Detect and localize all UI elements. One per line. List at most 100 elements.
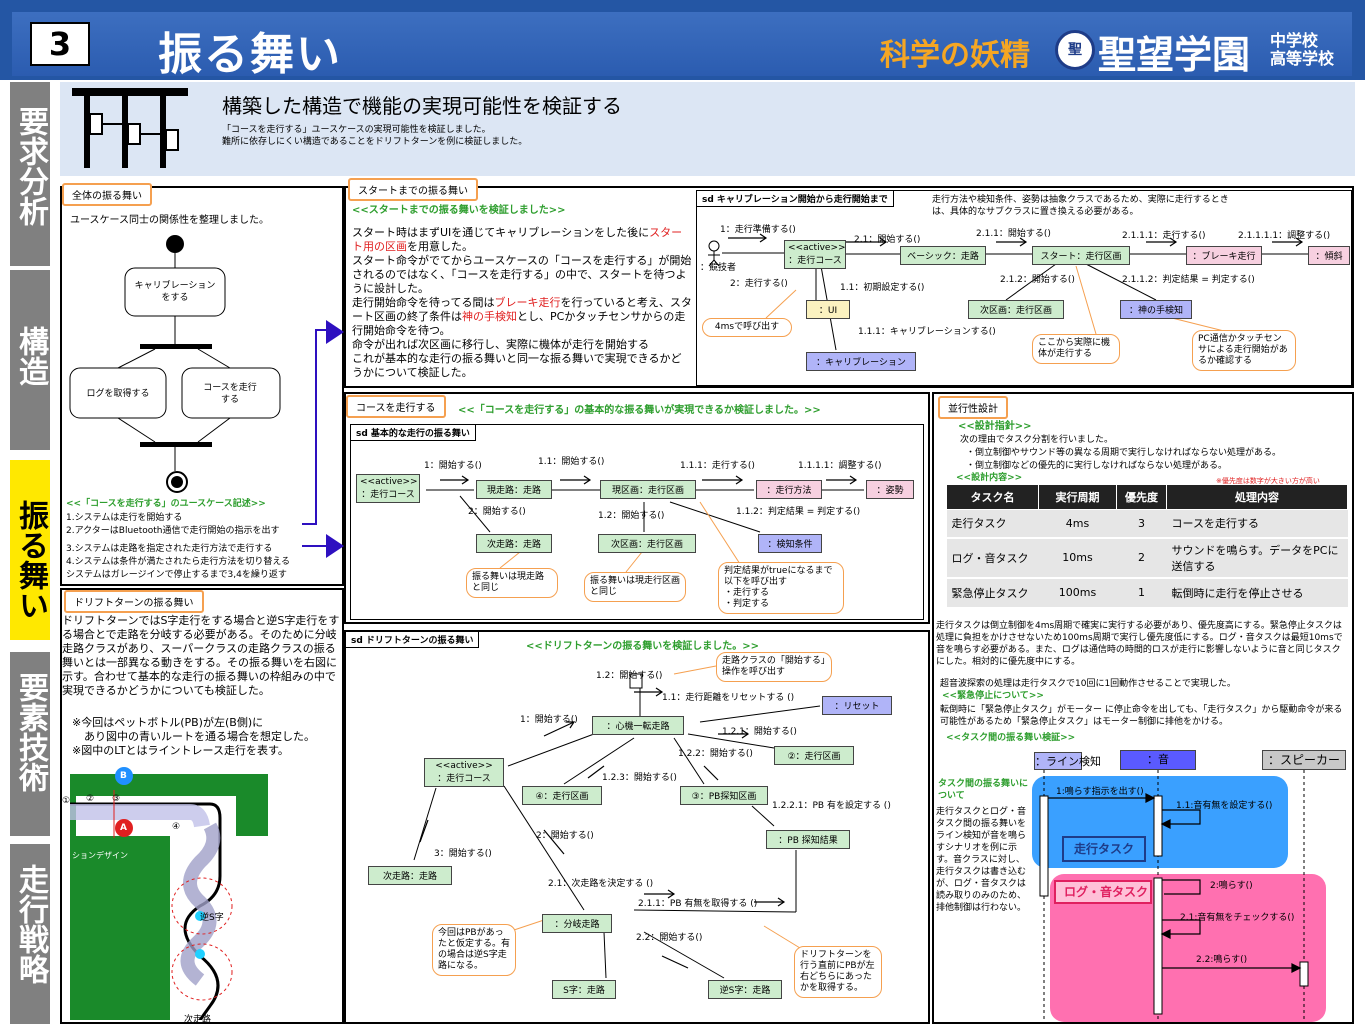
overall-tab[interactable]: 全体の振る舞い — [62, 183, 152, 206]
team-name: 科学の妖精 — [880, 38, 1030, 73]
msg: 1.1.1：走行する() — [680, 461, 755, 471]
msg: 1.1：初期設定する() — [840, 283, 925, 293]
intro-title: 構築した構造で機能の実現可能性を検証する — [222, 94, 622, 118]
msg: 1.2.2.1：PB 有を設定する () — [772, 801, 891, 811]
concur-subh: タスク間の振る舞いについて — [938, 779, 1029, 801]
lifeline-sound: ：音 — [1120, 750, 1196, 770]
note: 今回はPBがあったと仮定する。有の場合は逆S字走路になる。 — [432, 924, 516, 976]
sidebar-item-elements[interactable]: 要素技術 — [10, 652, 50, 836]
uc-item: システムはガレージインで停止するまで3,4を繰り返す — [66, 570, 287, 580]
sidebar-item-requirements[interactable]: 要求分析 — [10, 82, 50, 266]
note: 振る舞いは現走路と同じ — [466, 568, 558, 598]
concur-b2: ・倒立制御などの優先的に実行しなければならない処理がある。 — [966, 461, 1228, 471]
map-c1: ① — [62, 796, 71, 806]
drift-tab[interactable]: ドリフトターンの振る舞い — [64, 590, 204, 613]
school-name: 聖望学園 — [1098, 33, 1251, 77]
obj-god-hand: ：神の手検知 — [1120, 300, 1192, 319]
school-logo-icon: 聖 — [1055, 30, 1095, 70]
msg: 2.1：次走路を決定する () — [548, 879, 654, 889]
obj-zone4: ④：走行区画 — [522, 786, 602, 805]
obj-condition: ：検知条件 — [758, 534, 822, 553]
overall-desc: ユースケース同士の関係性を整理しました。 — [70, 215, 269, 226]
obj-current-road: 現走路：走路 — [476, 480, 552, 499]
seq-msg: 1.1:音有無を設定する() — [1176, 801, 1273, 811]
drift-note: あり図中の青いルートを通る場合を想定した。 — [84, 730, 315, 743]
intro-line: 難所に依存しにくい構造であることをドリフトターンを例に検証しました。 — [222, 137, 528, 147]
course-tab[interactable]: コースを走行する — [346, 395, 446, 418]
start-tab[interactable]: スタートまでの振る舞い — [348, 178, 478, 201]
note: 判定結果がtrueになるまで以下を呼び出す ・走行する ・判定する — [718, 562, 844, 614]
obj-run-course: <<active>> ：走行コース — [784, 240, 846, 269]
intro-line: 「コースを走行する」ユースケースの実現可能性を検証しました。 — [222, 125, 491, 135]
msg: 2.1.1.1：走行する() — [1122, 231, 1206, 241]
note: 振る舞いは現走行区画と同じ — [584, 572, 686, 602]
uc-item: 1.システムは走行を開始する — [66, 513, 183, 523]
seq-msg: 1:鳴らす指示を出す() — [1056, 787, 1144, 797]
lifeline-line: ：ライン検知 — [1034, 752, 1101, 770]
sidebar-label: 構造 — [13, 326, 48, 386]
start-heading: <<スタートまでの振る舞いを検証しました>> — [352, 205, 566, 216]
msg: 1.1：開始する() — [538, 457, 605, 467]
obj-reset: ：リセット — [822, 696, 892, 715]
drift-note: ※図中のLTとはライントレース走行を表す。 — [72, 744, 289, 757]
uc-item: 4.システムは条件が満たされたら走行方法を切り替える — [66, 557, 291, 567]
map-next: 次走路 — [184, 1015, 212, 1025]
obj-run-course: <<active>> ：走行コース — [356, 474, 420, 503]
msg: 1.1.1：キャリブレーションする() — [858, 327, 996, 337]
activity-log: ログを取得する — [86, 389, 150, 399]
seq-msg: 2.1:音有無をチェックする() — [1180, 913, 1295, 923]
msg: 1.2.3：開始する() — [602, 773, 677, 783]
th: 処理内容 — [1166, 484, 1348, 510]
concur-subp: 走行タスクとログ・音タスク間の振る舞いをライン検知が音を鳴らすシナリオを例に示す… — [936, 807, 1027, 913]
msg: 2.1：開始する() — [854, 235, 921, 245]
sidebar-item-behavior[interactable]: 振る舞い — [10, 460, 50, 640]
seq-msg: 2:鳴らす() — [1210, 881, 1253, 891]
note: 4msで呼び出す — [702, 318, 792, 337]
msg: 2：走行する() — [730, 279, 788, 289]
obj-method: ：走行方法 — [756, 480, 822, 499]
note: ドリフトターンを行う直前にPBが左右どちらにあったかを取得する。 — [794, 946, 882, 998]
th: 優先度 — [1116, 484, 1167, 510]
uc-title: <<「コースを走行する」のユースケース記述>> — [66, 499, 266, 509]
sidebar-item-strategy[interactable]: 走行戦略 — [10, 844, 50, 1024]
obj-run-course: <<active>> ：走行コース — [424, 758, 504, 787]
school-type: 中学校 高等学校 — [1270, 31, 1335, 68]
obj-incline: ：傾斜 — [1308, 246, 1350, 265]
obj-next-road: 次走路：走路 — [476, 534, 552, 553]
concur-p3: 超音波探索の処理は走行タスクで10回に1回動作させることで実現した。 — [940, 679, 1236, 689]
msg: 2.1.1.1.1：調整する() — [1238, 231, 1331, 241]
map-c3: ③ — [112, 794, 121, 804]
connector-arrows — [302, 320, 344, 558]
actor-label: ：競技者 — [700, 263, 737, 273]
map-a: A — [120, 823, 127, 833]
th: タスク名 — [946, 484, 1039, 510]
sidebar-label: 要求分析 — [13, 106, 48, 226]
run-task-label: 走行タスク — [1062, 836, 1146, 862]
obj-basic: ベーシック：走路 — [900, 246, 986, 265]
obj-current-zone: 現区画：走行区画 — [600, 480, 696, 499]
concur-tab[interactable]: 並行性設計 — [938, 396, 1008, 419]
msg: 2.1.1.2：判定結果 = 判定する() — [1122, 275, 1255, 285]
msg: 1.1.1.1：調整する() — [798, 461, 882, 471]
note: ここから実際に機体が走行する — [1032, 334, 1120, 364]
obj-start-zone: スタート：走行区画 — [1032, 246, 1130, 265]
concur-p4: 転倒時に「緊急停止タスク」がモーター に停止命令を出しても、「走行タスク」から駆… — [940, 705, 1343, 727]
obj-pose: ：姿勢 — [866, 480, 914, 499]
activity-calibrate: キャリブレーションをする — [134, 281, 216, 303]
obj-pb-zone: ③：PB探知区画 — [680, 786, 768, 805]
msg: 2.1.1：開始する() — [976, 229, 1051, 239]
msg: 1：開始する() — [520, 715, 578, 725]
obj-brake: ：ブレーキ走行 — [1186, 246, 1262, 265]
map-s: 逆S字 — [200, 913, 224, 923]
page-number: 3 — [30, 22, 90, 66]
msg: 2.1.2：開始する() — [1000, 275, 1075, 285]
msg: 2.1.1：PB 有無を取得する () — [638, 899, 758, 909]
msg: 2.2：開始する() — [636, 933, 703, 943]
sidebar-item-structure[interactable]: 構造 — [10, 270, 50, 450]
obj-next-zone: 次区画：走行区画 — [968, 300, 1064, 319]
sidebar-label: 走行戦略 — [13, 864, 48, 984]
msg: 3：開始する() — [434, 849, 492, 859]
obj-heart: ：心機一転走路 — [592, 716, 684, 735]
obj-ui: ：UI — [806, 300, 850, 319]
obj-branch: ：分岐走路 — [542, 914, 612, 933]
